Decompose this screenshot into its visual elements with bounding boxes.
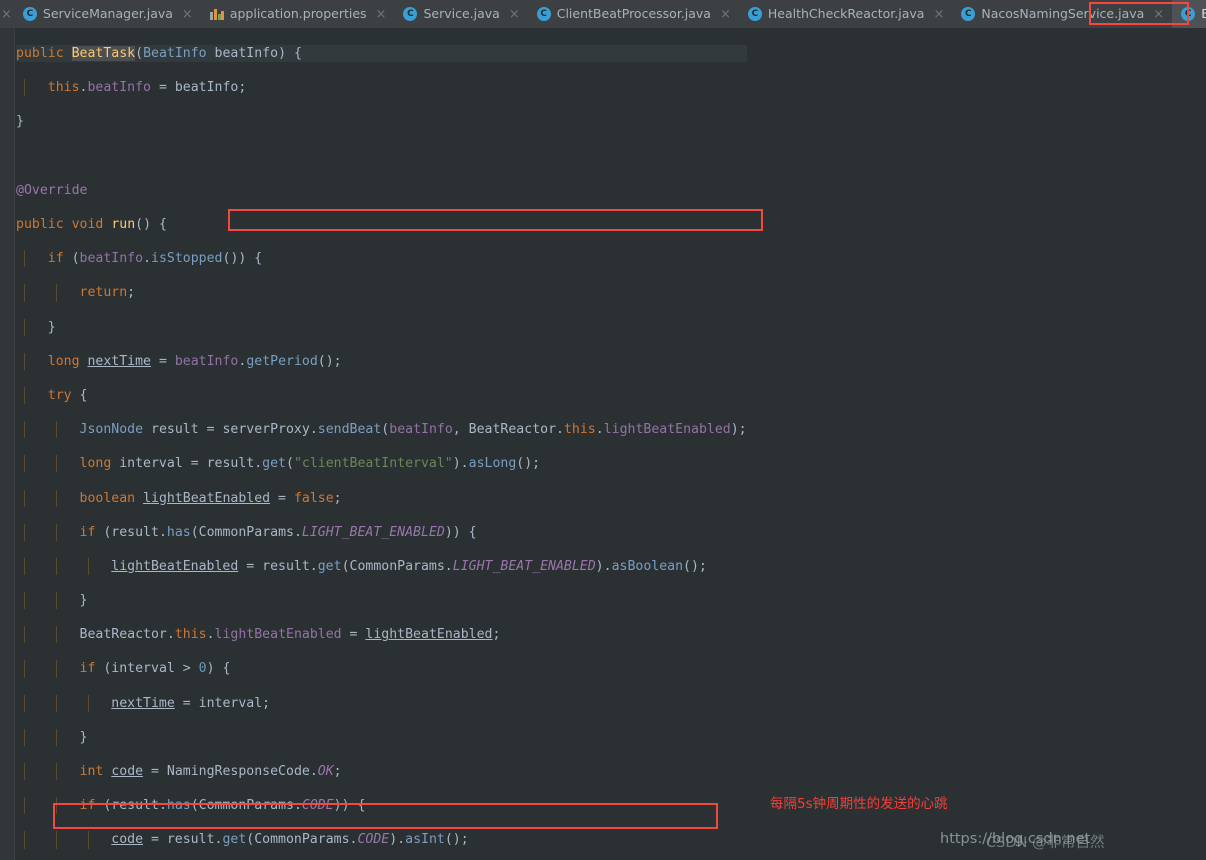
ide-window: × C ServiceManager.java × application.pr…	[0, 0, 1206, 860]
close-icon[interactable]: ×	[720, 8, 731, 21]
tab-label: BeatReactor.java	[1201, 5, 1206, 21]
code-line: @Override	[16, 182, 88, 198]
code-line: this.beatInfo = beatInfo;	[16, 79, 747, 97]
code-line: public BeatTask(BeatInfo beatInfo) {	[0, 45, 1206, 63]
code-line: long interval = result.get("clientBeatIn…	[16, 455, 747, 473]
code-line: }	[16, 114, 24, 130]
code-line: try {	[16, 386, 747, 405]
java-class-icon: C	[403, 7, 418, 21]
java-class-icon: C	[1181, 7, 1196, 21]
code-line: }	[16, 318, 56, 336]
close-icon[interactable]: ×	[182, 8, 193, 21]
close-icon[interactable]: ×	[509, 8, 520, 21]
code-line: return;	[16, 284, 747, 302]
tab-application-properties[interactable]: application.properties ×	[201, 0, 395, 28]
java-class-icon: C	[747, 7, 762, 21]
java-class-icon: C	[536, 7, 551, 21]
close-icon[interactable]: ×	[1153, 8, 1164, 21]
properties-file-icon	[209, 7, 224, 21]
tab-label: application.properties	[229, 5, 367, 21]
close-icon[interactable]: ×	[933, 8, 944, 21]
code-line: if (result.has(CommonParams.LIGHT_BEAT_E…	[16, 523, 747, 541]
code-line: }	[16, 728, 88, 746]
tab-service-manager[interactable]: C ServiceManager.java ×	[14, 0, 201, 28]
source-code-text[interactable]: public BeatTask(BeatInfo beatInfo) { thi…	[0, 28, 1206, 860]
watermark: https://blog.csdn.net CSDN @非常自然	[940, 831, 1206, 855]
code-line: if (beatInfo.isStopped()) {	[16, 250, 747, 268]
code-line: int code = NamingResponseCode.OK;	[16, 763, 747, 781]
code-line: BeatReactor.this.lightBeatEnabled = ligh…	[16, 626, 747, 644]
tab-beat-reactor[interactable]: C BeatReactor.java ×	[1172, 0, 1206, 28]
tab-client-beat-processor[interactable]: C ClientBeatProcessor.java ×	[528, 0, 739, 28]
watermark-author: CSDN @非常自然	[986, 835, 1105, 851]
tab-close-icon-partial[interactable]: ×	[0, 0, 14, 28]
gutter-divider	[14, 28, 15, 860]
tab-service[interactable]: C Service.java ×	[394, 0, 527, 28]
tab-nacos-naming-service[interactable]: C NacosNamingService.java ×	[952, 0, 1172, 28]
code-line: nextTime = interval;	[16, 694, 747, 712]
editor-gutter[interactable]	[0, 28, 14, 860]
tab-health-check-reactor[interactable]: C HealthCheckReactor.java ×	[739, 0, 952, 28]
tab-label: ServiceManager.java	[42, 5, 173, 21]
code-line: boolean lightBeatEnabled = false;	[16, 489, 747, 507]
code-line: }	[16, 592, 88, 610]
java-class-icon: C	[22, 7, 37, 21]
code-line: JsonNode result = serverProxy.sendBeat(b…	[16, 421, 747, 439]
code-line: code = result.get(CommonParams.CODE).asI…	[16, 831, 747, 849]
code-line: lightBeatEnabled = result.get(CommonPara…	[16, 557, 747, 575]
annotation-note: 每隔5s钟周期性的发送的心跳	[770, 796, 948, 812]
tab-label: Service.java	[423, 5, 500, 21]
tab-label: HealthCheckReactor.java	[767, 5, 925, 21]
code-line: long nextTime = beatInfo.getPeriod();	[16, 352, 747, 370]
code-editor[interactable]: public BeatTask(BeatInfo beatInfo) { thi…	[0, 28, 1206, 860]
code-line: if (result.has(CommonParams.CODE)) {	[16, 797, 747, 815]
close-icon[interactable]: ×	[376, 8, 387, 21]
code-line: if (interval > 0) {	[16, 660, 747, 678]
code-line: public void run() {	[16, 217, 167, 233]
tab-label: NacosNamingService.java	[981, 5, 1145, 21]
tab-label: ClientBeatProcessor.java	[556, 5, 711, 21]
java-class-icon: C	[961, 7, 976, 21]
editor-tab-bar: × C ServiceManager.java × application.pr…	[0, 0, 1206, 28]
